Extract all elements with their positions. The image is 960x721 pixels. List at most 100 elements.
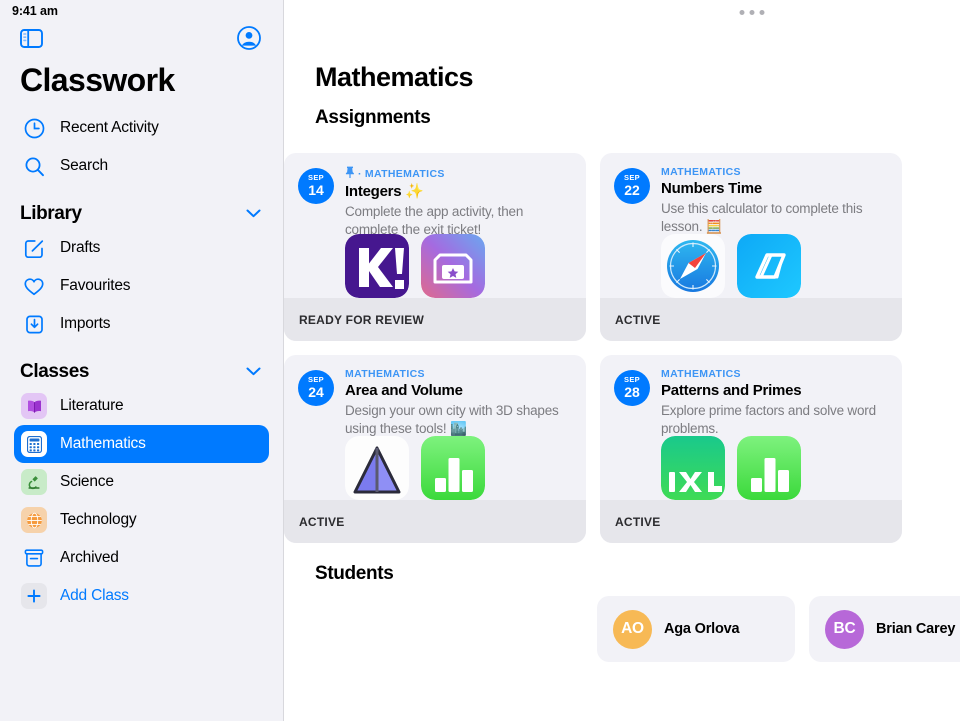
students-list: AO Aga Orlova BC Brian Carey CB Chella B… xyxy=(597,596,960,662)
assignment-card[interactable]: SEP 22 MATHEMATICS Numbers Time Use this… xyxy=(600,153,902,341)
shapes-3d-app-icon[interactable] xyxy=(345,436,409,500)
pencil-square-icon xyxy=(21,238,47,259)
clock-icon xyxy=(21,118,47,139)
card-status-bar: ACTIVE xyxy=(600,298,902,341)
sidebar-item-label: Recent Activity xyxy=(60,119,159,136)
card-body: SEP 22 MATHEMATICS Numbers Time Use this… xyxy=(600,153,902,236)
chevron-down-icon[interactable] xyxy=(246,205,261,223)
card-status-label: ACTIVE xyxy=(615,514,661,529)
card-text: MATHEMATICS Area and Volume Design your … xyxy=(345,368,572,438)
assignment-cards-grid: SEP 14 · MATHEMATICS Integers ✨ Complete… xyxy=(284,141,906,543)
sidebar-item-archived[interactable]: Archived xyxy=(14,539,269,577)
sidebar-item-drafts[interactable]: Drafts xyxy=(14,229,269,267)
heart-icon xyxy=(21,276,47,297)
date-badge: SEP 22 xyxy=(614,168,650,204)
card-status-bar: ACTIVE xyxy=(600,500,902,543)
assignment-card[interactable]: SEP 28 MATHEMATICS Patterns and Primes E… xyxy=(600,355,902,543)
explain-everything-app-icon[interactable] xyxy=(737,234,801,298)
kahoot-app-icon[interactable] xyxy=(345,234,409,298)
safari-app-icon[interactable] xyxy=(661,234,725,298)
import-tray-icon xyxy=(21,314,47,335)
numbers-app-icon[interactable] xyxy=(737,436,801,500)
account-circle-icon[interactable] xyxy=(237,26,261,50)
class-tile xyxy=(21,469,47,495)
avatar: BC xyxy=(825,609,864,649)
sidebar-toggle-icon[interactable] xyxy=(20,28,43,48)
exit-ticket-app-icon[interactable] xyxy=(421,234,485,298)
sidebar-item-literature[interactable]: Literature xyxy=(14,387,269,425)
main-content: 100% xyxy=(284,0,960,721)
sidebar-item-imports[interactable]: Imports xyxy=(14,305,269,343)
numbers-app-icon[interactable] xyxy=(421,436,485,500)
page-title: Mathematics xyxy=(315,62,474,92)
sidebar: 9:41 am Classwork Recent Activity Search… xyxy=(0,0,284,721)
class-tile xyxy=(21,393,47,419)
card-description: Explore prime factors and solve word pro… xyxy=(661,402,876,436)
student-name: Aga Orlova xyxy=(664,621,740,637)
sidebar-item-favourites[interactable]: Favourites xyxy=(14,267,269,305)
sidebar-item-search[interactable]: Search xyxy=(14,147,269,185)
card-status-label: ACTIVE xyxy=(299,514,345,529)
chevron-down-icon[interactable] xyxy=(246,363,261,381)
card-status-label: ACTIVE xyxy=(615,312,661,327)
ixl-app-icon[interactable] xyxy=(661,436,725,500)
date-badge: SEP 14 xyxy=(298,168,334,204)
add-tile xyxy=(21,583,47,609)
class-tile xyxy=(21,431,47,457)
card-text: · MATHEMATICS Integers ✨ Complete the ap… xyxy=(345,166,572,239)
multitask-handle-icon[interactable] xyxy=(739,10,764,15)
page-title-classwork: Classwork xyxy=(20,62,175,98)
card-app-icons xyxy=(661,436,801,500)
students-title: Students xyxy=(315,563,394,584)
card-description: Design your own city with 3D shapes usin… xyxy=(345,402,559,436)
student-name: Brian Carey xyxy=(876,621,956,637)
card-status-bar: ACTIVE xyxy=(284,500,586,543)
globe-icon xyxy=(21,507,47,533)
sidebar-item-label: Science xyxy=(60,473,114,490)
sidebar-item-label: Imports xyxy=(60,315,111,332)
sidebar-item-label: Drafts xyxy=(60,239,101,256)
card-body: SEP 14 · MATHEMATICS Integers ✨ Complete… xyxy=(284,153,586,239)
card-title: Area and Volume xyxy=(345,382,463,399)
date-month: SEP xyxy=(624,375,640,385)
card-title: Numbers Time xyxy=(661,180,762,197)
sidebar-item-label: Archived xyxy=(60,549,119,566)
calculator-icon xyxy=(21,431,47,457)
sidebar-item-label: Literature xyxy=(60,397,124,414)
status-bar-time: 9:41 am xyxy=(12,4,58,18)
card-subject-row: MATHEMATICS xyxy=(661,368,888,380)
date-month: SEP xyxy=(308,173,324,183)
section-title: Library xyxy=(20,203,82,224)
student-card[interactable]: AO Aga Orlova xyxy=(597,596,795,662)
assignment-card[interactable]: SEP 14 · MATHEMATICS Integers ✨ Complete… xyxy=(284,153,586,341)
classwork-app: 9:41 am Classwork Recent Activity Search… xyxy=(0,0,960,721)
pin-icon xyxy=(345,166,355,181)
sidebar-item-recent-activity[interactable]: Recent Activity xyxy=(14,109,269,147)
sidebar-item-label: Add Class xyxy=(60,587,129,604)
card-description: Use this calculator to complete this les… xyxy=(661,200,863,234)
card-subject-row: · MATHEMATICS xyxy=(345,166,572,181)
card-title: Integers ✨ xyxy=(345,183,424,200)
card-status-label: READY FOR REVIEW xyxy=(299,312,425,327)
card-subject-label: MATHEMATICS xyxy=(661,368,741,380)
card-app-icons xyxy=(345,234,485,298)
date-badge: SEP 28 xyxy=(614,370,650,406)
assignment-card[interactable]: SEP 24 MATHEMATICS Area and Volume Desig… xyxy=(284,355,586,543)
card-subject-row: MATHEMATICS xyxy=(345,368,572,380)
date-day: 24 xyxy=(308,383,324,400)
card-title: Patterns and Primes xyxy=(661,382,802,399)
sidebar-item-science[interactable]: Science xyxy=(14,463,269,501)
date-day: 28 xyxy=(624,383,640,400)
class-tile xyxy=(21,507,47,533)
sidebar-section-classes[interactable]: Classes xyxy=(0,343,283,387)
date-month: SEP xyxy=(308,375,324,385)
card-body: SEP 24 MATHEMATICS Area and Volume Desig… xyxy=(284,355,586,438)
student-card[interactable]: BC Brian Carey xyxy=(809,596,960,662)
sidebar-section-library[interactable]: Library xyxy=(0,185,283,229)
sidebar-item-label: Favourites xyxy=(60,277,131,294)
sidebar-item-technology[interactable]: Technology xyxy=(14,501,269,539)
card-subject-label: MATHEMATICS xyxy=(661,166,741,178)
microscope-icon xyxy=(21,469,47,495)
sidebar-item-mathematics[interactable]: Mathematics xyxy=(14,425,269,463)
sidebar-item-add-class[interactable]: Add Class xyxy=(14,577,269,615)
